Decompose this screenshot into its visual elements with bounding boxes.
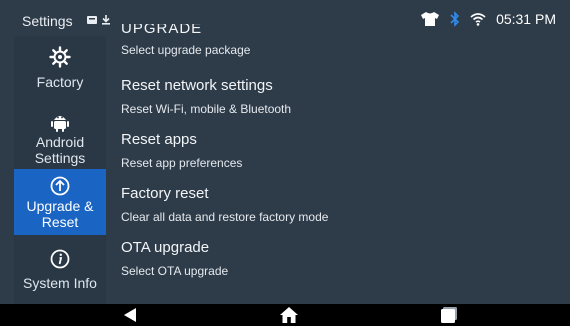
list-item-upgrade[interactable]: UPGRADE Select upgrade package (121, 24, 551, 58)
list-item-ota-upgrade[interactable]: OTA upgrade Select OTA upgrade (121, 239, 551, 279)
sidebar-item-label: System Info (23, 275, 97, 291)
item-subtitle: Clear all data and restore factory mode (121, 210, 329, 224)
sidebar-item-label: Android Settings (34, 134, 86, 166)
sidebar-item-label: Upgrade & Reset (26, 198, 94, 230)
back-icon[interactable] (122, 307, 138, 323)
item-subtitle: Select OTA upgrade (121, 264, 229, 278)
settings-list: UPGRADE Select upgrade package Reset net… (106, 24, 570, 304)
list-item-factory-reset[interactable]: Factory reset Clear all data and restore… (121, 185, 551, 225)
status-title: Settings (22, 13, 73, 29)
item-title: OTA upgrade (121, 239, 210, 256)
home-icon[interactable] (279, 306, 299, 324)
item-subtitle: Select upgrade package (121, 43, 251, 57)
notification-icon (87, 16, 97, 24)
item-title: Reset network settings (121, 77, 273, 94)
info-icon (50, 249, 70, 269)
android-icon (51, 116, 69, 132)
sidebar-item-upgrade-reset[interactable]: Upgrade & Reset (14, 169, 106, 235)
item-title-partial: UPGRADE (121, 24, 203, 37)
list-item-reset-network[interactable]: Reset network settings Reset Wi-Fi, mobi… (121, 77, 551, 117)
sidebar: Factory Android Settings Upgrade & Reset (14, 36, 106, 304)
list-item-reset-apps[interactable]: Reset apps Reset app preferences (121, 131, 551, 171)
upgrade-icon (50, 176, 70, 196)
sidebar-item-android-settings[interactable]: Android Settings (14, 108, 106, 168)
sidebar-item-label: Factory (36, 74, 84, 90)
sidebar-item-factory[interactable]: Factory (14, 44, 106, 102)
sidebar-item-system-info[interactable]: System Info (14, 245, 106, 301)
item-subtitle: Reset app preferences (121, 156, 243, 170)
item-subtitle: Reset Wi-Fi, mobile & Bluetooth (121, 102, 292, 116)
gear-icon (49, 46, 71, 68)
recents-icon[interactable] (440, 307, 458, 323)
system-nav-bar (0, 304, 570, 326)
settings-screen: Settings 05:31 PM Factory Android Settin… (0, 0, 570, 326)
item-title: Reset apps (121, 131, 197, 148)
item-title: Factory reset (121, 185, 209, 202)
